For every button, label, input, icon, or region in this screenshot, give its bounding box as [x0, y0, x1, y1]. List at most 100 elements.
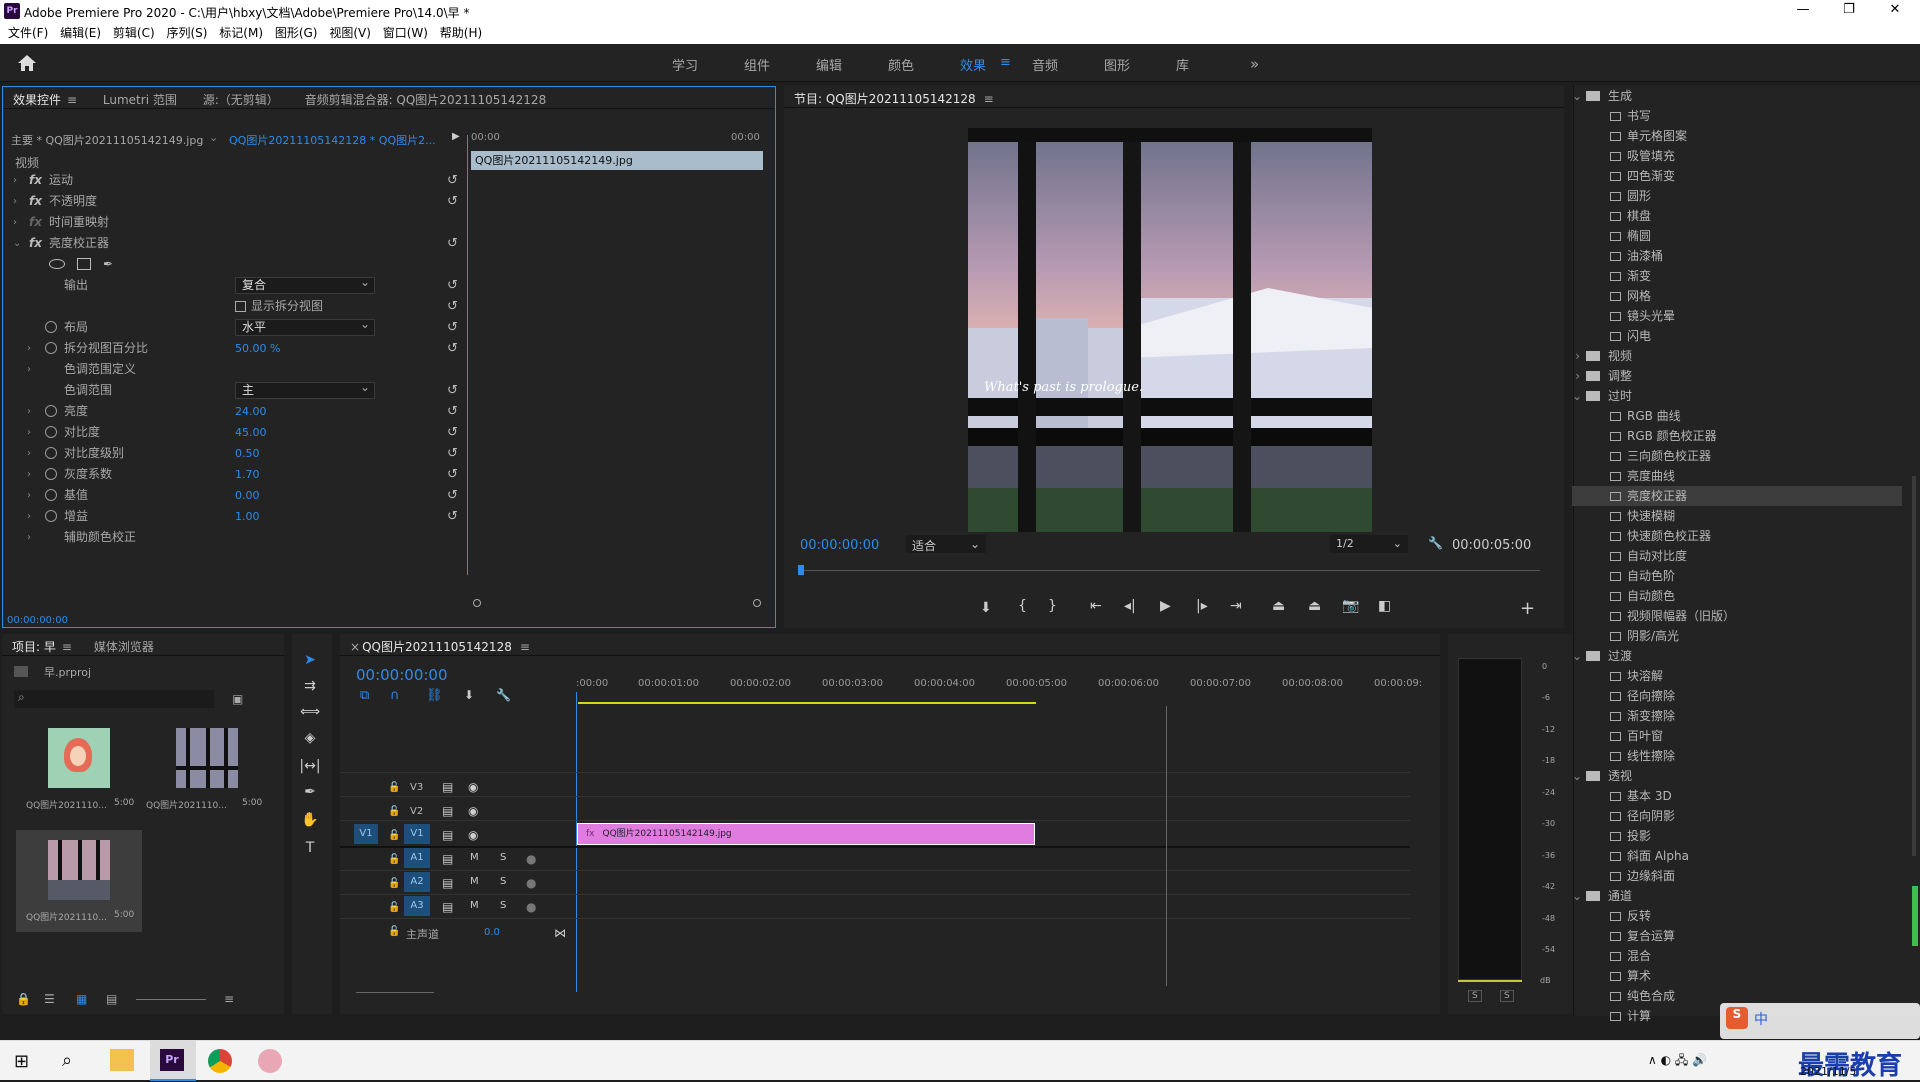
selection-tool-icon[interactable]: ➤ — [298, 652, 322, 674]
effect-item[interactable]: 视频限幅器（旧版） — [1572, 606, 1902, 626]
effect-item[interactable]: 径向阴影 — [1572, 806, 1902, 826]
param-secondary[interactable]: › 辅助颜色校正 — [3, 527, 461, 548]
timeline-title[interactable]: QQ图片20211105142128 — [362, 638, 512, 655]
lock-icon[interactable]: 🔓 — [388, 806, 400, 817]
menu-window[interactable]: 窗口(W) — [383, 22, 428, 44]
menu-sequence[interactable]: 序列(S) — [166, 22, 207, 44]
more-workspaces-icon[interactable]: » — [1250, 55, 1259, 73]
effect-item[interactable]: 线性擦除 — [1572, 746, 1902, 766]
button-editor-icon[interactable]: + — [1520, 598, 1535, 619]
effects-scroll-thumb[interactable] — [1912, 886, 1918, 946]
lock-icon[interactable]: 🔓 — [388, 782, 400, 793]
go-to-end-icon[interactable]: ⋈ — [554, 926, 566, 940]
sync-lock-icon[interactable]: ▤ — [442, 780, 453, 794]
lock-icon[interactable]: 🔓 — [388, 830, 400, 841]
stopwatch-icon[interactable] — [45, 489, 57, 501]
step-forward-icon[interactable]: |▸ — [1196, 598, 1208, 614]
nest-icon[interactable]: ⧉ — [360, 688, 369, 703]
contrast-level-value[interactable]: 0.50 — [235, 443, 260, 464]
solo-button[interactable]: S — [500, 852, 506, 863]
layout-dropdown[interactable]: 水平 — [235, 317, 375, 336]
timeline-timecode[interactable]: 00:00:00:00 — [356, 666, 448, 684]
lock-icon[interactable]: 🔓 — [388, 902, 400, 913]
tab-lumetri-scopes[interactable]: Lumetri 范围 — [103, 91, 177, 108]
effect-item[interactable]: 投影 — [1572, 826, 1902, 846]
sync-lock-icon[interactable]: ▤ — [442, 876, 453, 890]
effect-item[interactable]: 算术 — [1572, 966, 1902, 986]
effect-brightness-corrector[interactable]: ⌄ fx 亮度校正器 ↺ — [3, 233, 461, 254]
menu-marker[interactable]: 标记(M) — [219, 22, 263, 44]
ec-clip-bar[interactable]: QQ图片20211105142149.jpg — [471, 151, 763, 170]
contrast-value[interactable]: 45.00 — [235, 422, 267, 443]
hand-tool-icon[interactable]: ✋ — [298, 812, 322, 834]
sync-lock-icon[interactable]: ▤ — [442, 804, 453, 818]
premiere-taskbar-icon[interactable]: Pr — [160, 1049, 184, 1071]
menu-file[interactable]: 文件(F) — [8, 22, 48, 44]
gain-value[interactable]: 1.00 — [235, 506, 260, 527]
ec-zoom-handle-left[interactable] — [473, 599, 481, 607]
effects-scrollbar[interactable] — [1912, 476, 1916, 856]
effect-item[interactable]: 反转 — [1572, 906, 1902, 926]
mark-out-icon[interactable]: } — [1048, 598, 1057, 614]
mark-in-icon[interactable]: { — [1018, 598, 1027, 614]
track-select-tool-icon[interactable]: ⇉ — [298, 678, 322, 700]
add-marker-icon[interactable]: ⬇ — [464, 688, 474, 702]
program-title[interactable]: 节目: QQ图片20211105142128 — [794, 90, 976, 107]
ec-playhead[interactable] — [467, 135, 468, 575]
chevron-down-icon[interactable]: ⌄ — [209, 131, 218, 144]
track-v2[interactable]: V2 — [410, 806, 423, 817]
effect-item[interactable]: 渐变擦除 — [1572, 706, 1902, 726]
output-dropdown[interactable]: 复合 — [235, 275, 375, 294]
project-item[interactable]: QQ图片2021110... 5:00 — [16, 726, 142, 826]
effect-item[interactable]: 单元格图案 — [1572, 126, 1902, 146]
project-search-input[interactable]: ⌕ — [14, 690, 214, 708]
stopwatch-icon[interactable] — [45, 342, 57, 354]
ripple-edit-tool-icon[interactable]: ⟺ — [298, 704, 322, 726]
program-playhead[interactable] — [798, 565, 804, 575]
play-icon[interactable]: ▶ — [1160, 598, 1171, 614]
search-icon[interactable]: ⌕ — [62, 1050, 72, 1071]
timeline-vertical-scroll[interactable] — [1166, 706, 1167, 986]
rectangle-mask-icon[interactable] — [77, 258, 91, 270]
effect-item[interactable]: 百叶窗 — [1572, 726, 1902, 746]
tab-media-browser[interactable]: 媒体浏览器 — [94, 638, 154, 655]
param-tonal-def[interactable]: › 色调范围定义 — [3, 359, 461, 380]
track-a2[interactable]: A2 — [404, 872, 430, 892]
brightness-value[interactable]: 24.00 — [235, 401, 267, 422]
icon-view-icon[interactable]: ▦ — [76, 992, 87, 1006]
effect-item[interactable]: RGB 颜色校正器 — [1572, 426, 1902, 446]
effect-item[interactable]: 椭圆 — [1572, 226, 1902, 246]
source-patch-v1[interactable]: V1 — [354, 824, 378, 844]
comparison-view-icon[interactable]: ◧ — [1378, 598, 1391, 614]
sync-lock-icon[interactable]: ▤ — [442, 828, 453, 842]
stopwatch-icon[interactable] — [45, 447, 57, 459]
sort-icon[interactable]: ≡ — [224, 992, 234, 1006]
app-icon[interactable] — [258, 1049, 282, 1073]
track-a3[interactable]: A3 — [404, 896, 430, 916]
folder-item[interactable]: › 调整 — [1572, 366, 1902, 386]
effect-item[interactable]: 网格 — [1572, 286, 1902, 306]
effect-item[interactable]: 油漆桶 — [1572, 246, 1902, 266]
list-view-icon[interactable]: ☰ — [44, 992, 55, 1006]
ec-timecode[interactable]: 00:00:00:00 — [7, 615, 68, 626]
gamma-value[interactable]: 1.70 — [235, 464, 260, 485]
tray-icons[interactable]: ∧ ◐ 🖧 🔊 — [1648, 1051, 1707, 1072]
ime-toolbar[interactable]: S中 — [1720, 1003, 1920, 1039]
new-bin-icon[interactable]: ▣ — [232, 692, 243, 706]
snap-icon[interactable]: ∩ — [390, 688, 400, 703]
workspace-graphics[interactable]: 图形 — [1104, 55, 1130, 74]
razor-tool-icon[interactable]: ◈ — [298, 730, 322, 752]
linked-selection-icon[interactable]: ⛓ — [426, 688, 443, 703]
program-scrub-bar[interactable] — [800, 570, 1540, 571]
split-percent-value[interactable]: 50.00 % — [235, 338, 280, 359]
menu-clip[interactable]: 剪辑(C) — [113, 22, 155, 44]
add-marker-icon[interactable]: ⬇ — [980, 600, 992, 616]
master-volume-value[interactable]: 0.0 — [484, 927, 500, 938]
workspace-libraries[interactable]: 库 — [1176, 55, 1189, 74]
effect-item[interactable]: 自动颜色 — [1572, 586, 1902, 606]
effect-item[interactable]: 闪电 — [1572, 326, 1902, 346]
effect-item[interactable]: 斜面 Alpha — [1572, 846, 1902, 866]
file-explorer-icon[interactable] — [110, 1049, 134, 1071]
folder-transition[interactable]: ⌄ 过渡 — [1572, 646, 1902, 666]
workspace-audio[interactable]: 音频 — [1032, 55, 1058, 74]
